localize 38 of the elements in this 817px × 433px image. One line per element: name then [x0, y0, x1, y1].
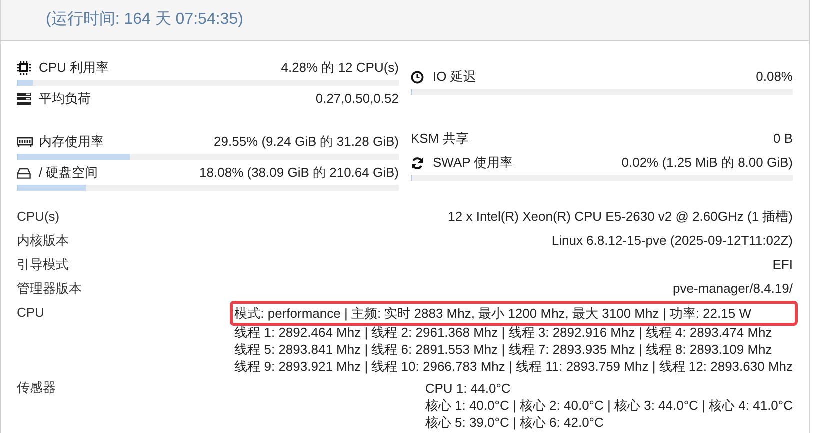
stat-label: 内存使用率	[39, 133, 104, 152]
clock-icon	[411, 70, 424, 84]
info-label: 传感器	[17, 379, 56, 397]
stat-value: 0 B	[773, 130, 793, 148]
info-value: 线程 1: 2892.464 Mhz | 线程 2: 2961.368 Mhz | 线程 3: 2892.916 Mhz | 线程 4: 2893.474 Mhz	[234, 324, 774, 341]
stat-value: 29.55% (9.24 GiB 的 31.28 GiB)	[214, 133, 399, 152]
stat-value: 0.27,0.50,0.52	[316, 90, 399, 108]
stat-label: KSM 共享	[411, 130, 469, 148]
info-value: pve-manager/8.4.19/	[673, 280, 793, 298]
stat-value: 4.28% 的 12 CPU(s)	[281, 59, 399, 78]
info-value: 线程 9: 2893.921 Mhz | 线程 10: 2966.783 Mhz | 线程 11: 2893.759 Mhz | 线程 12: 2893.630 Mhz	[234, 358, 793, 375]
info-label: CPU	[17, 304, 44, 322]
memory-icon	[17, 137, 33, 147]
stat-label: CPU 利用率	[39, 59, 110, 78]
info-label: 引导模式	[17, 256, 69, 274]
stat-label: / 硬盘空间	[39, 164, 98, 182]
hard-drive-icon	[17, 168, 31, 178]
highlighted-info-value: 模式: performance | 主频: 实时 2883 Mhz, 最小 1200 Mhz, 最大 3100 Mhz | 功率: 22.15 W	[232, 303, 796, 324]
refresh-icon	[411, 156, 424, 170]
info-label: CPU(s)	[17, 208, 60, 226]
stat-label: IO 延迟	[433, 68, 476, 86]
panel-title: (运行时间: 164 天 07:54:35)	[46, 10, 244, 30]
info-value: CPU 1: 44.0°C	[425, 380, 512, 397]
info-value: 核心 5: 39.0°C | 核心 6: 42.0°C	[425, 414, 605, 431]
info-value: EFI	[772, 256, 793, 274]
info-value: 核心 1: 40.0°C | 核心 2: 40.0°C | 核心 3: 44.0°C | 核心 4: 41.0°C	[425, 397, 793, 414]
info-value: Linux 6.8.12-15-pve (2025-09-12T11:02Z)	[552, 232, 793, 250]
info-label: 内核版本	[17, 232, 69, 250]
stat-value: 18.08% (38.09 GiB 的 210.64 GiB)	[200, 164, 399, 182]
stat-value: 0.08%	[756, 68, 793, 86]
stat-value: 0.02% (1.25 MiB 的 8.00 GiB)	[622, 154, 793, 172]
stat-label: SWAP 使用率	[433, 154, 514, 172]
info-value: 线程 5: 2893.841 Mhz | 线程 6: 2891.553 Mhz | 线程 7: 2893.935 Mhz | 线程 8: 2893.109 Mhz	[234, 341, 774, 358]
stat-label: 平均负荷	[39, 90, 91, 108]
info-value: 12 x Intel(R) Xeon(R) CPU E5-2630 v2 @ 2.60GHz (1 插槽)	[448, 208, 793, 226]
info-label: 管理器版本	[17, 280, 82, 298]
cpu-chip-icon	[17, 61, 31, 75]
server-icon	[17, 93, 31, 105]
